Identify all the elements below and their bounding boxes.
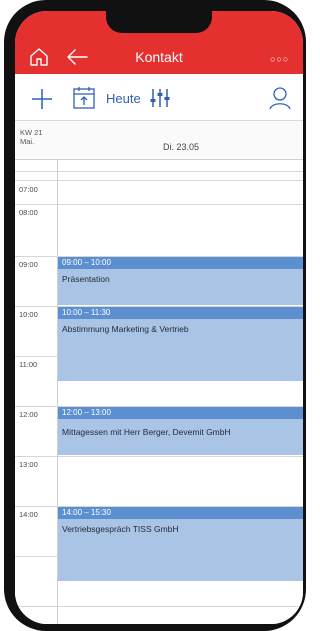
event-time: 12:00 – 13:00 xyxy=(58,407,303,419)
event-mittagessen[interactable]: 12:00 – 13:00 Mittagessen mit Herr Berge… xyxy=(58,407,303,455)
grid-line xyxy=(15,606,303,607)
person-icon[interactable] xyxy=(269,86,291,110)
event-time: 09:00 – 10:00 xyxy=(58,257,303,269)
grid-line xyxy=(15,171,303,172)
hour-label: 14:00 xyxy=(19,510,38,519)
event-title: Mittagessen mit Herr Berger, Devemit Gmb… xyxy=(62,427,231,437)
hour-label: 08:00 xyxy=(19,208,38,217)
day-grid[interactable]: 07:00 08:00 09:00 10:00 11:00 12:00 13:0… xyxy=(15,160,303,624)
hour-label: 07:00 xyxy=(19,185,38,194)
page-title: Kontakt xyxy=(135,49,183,65)
hour-label: 09:00 xyxy=(19,260,38,269)
toolbar: Heute xyxy=(15,74,303,120)
more-dots-icon[interactable]: ○○○ xyxy=(270,54,289,64)
week-label: KW 21 Mai. xyxy=(20,128,43,146)
event-title: Vertriebsgespräch TISS GmbH xyxy=(62,524,179,534)
event-presentation[interactable]: 09:00 – 10:00 Präsentation xyxy=(58,257,303,305)
event-vertriebsgespraech[interactable]: 14:00 – 15:30 Vertriebsgespräch TISS Gmb… xyxy=(58,507,303,581)
event-title: Präsentation xyxy=(62,274,110,284)
day-header: KW 21 Mai. Di. 23.05 xyxy=(15,120,303,160)
month-label: Mai. xyxy=(20,137,35,146)
phone-frame: Kontakt ○○○ Heute KW 21 Mai. Di. 23.05 0… xyxy=(4,0,306,631)
event-time: 10:00 – 11:30 xyxy=(58,307,303,319)
hour-label: 11:00 xyxy=(19,360,38,369)
grid-line xyxy=(15,456,303,457)
phone-notch xyxy=(106,11,212,33)
hour-label: 12:00 xyxy=(19,410,38,419)
grid-line xyxy=(15,204,303,205)
hour-label: 13:00 xyxy=(19,460,38,469)
event-title: Abstimmung Marketing & Vertrieb xyxy=(62,324,189,334)
event-time: 14:00 – 15:30 xyxy=(58,507,303,519)
plus-icon[interactable] xyxy=(31,88,53,110)
sliders-icon[interactable] xyxy=(149,87,171,109)
app-screen: Kontakt ○○○ Heute KW 21 Mai. Di. 23.05 0… xyxy=(15,11,303,624)
today-button[interactable]: Heute xyxy=(106,91,141,106)
calendar-upload-icon[interactable] xyxy=(72,86,96,110)
hour-label: 10:00 xyxy=(19,310,38,319)
event-abstimmung[interactable]: 10:00 – 11:30 Abstimmung Marketing & Ver… xyxy=(58,307,303,381)
grid-line xyxy=(15,180,303,181)
week-number: KW 21 xyxy=(20,128,43,137)
day-label[interactable]: Di. 23.05 xyxy=(59,142,303,152)
